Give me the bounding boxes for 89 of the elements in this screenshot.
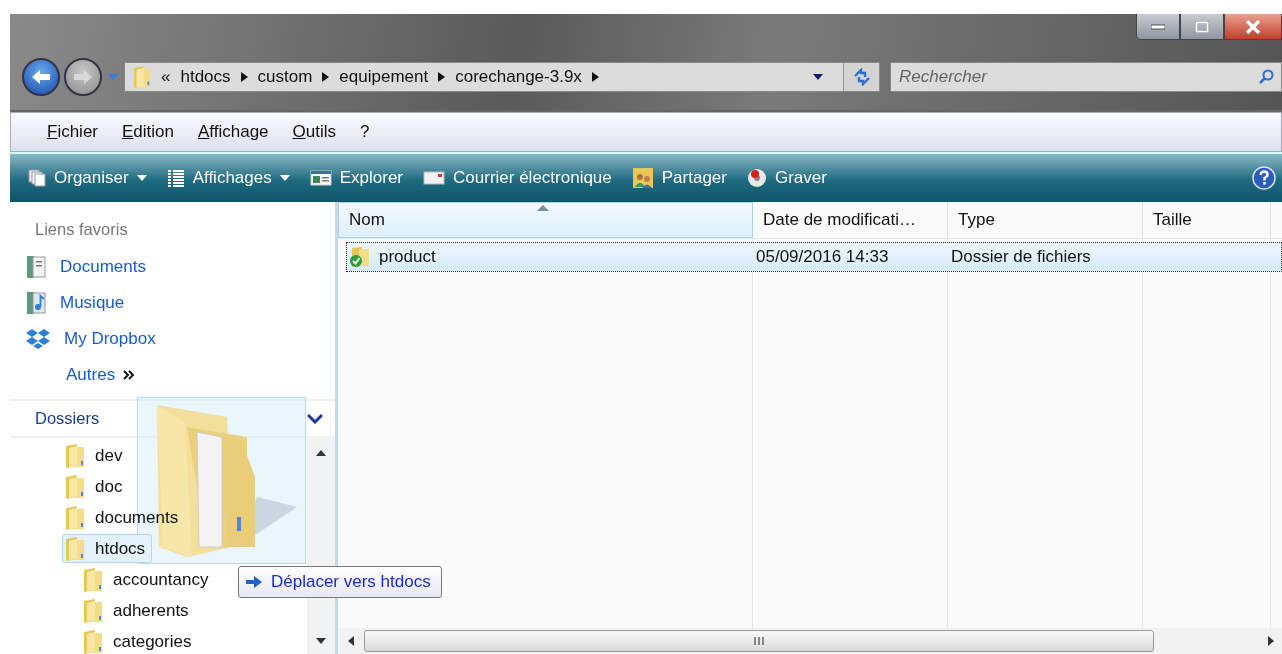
- maximize-button[interactable]: [1180, 14, 1224, 40]
- column-header[interactable]: Type: [948, 202, 1143, 238]
- overflow-crumb[interactable]: «: [161, 67, 171, 87]
- help-button[interactable]: [1252, 166, 1276, 190]
- caret-icon: [813, 74, 823, 80]
- chevron-right-icon: [438, 72, 446, 82]
- list-icon: [166, 169, 185, 187]
- breadcrumb[interactable]: custom: [257, 67, 313, 87]
- file-name: product: [379, 247, 436, 267]
- folder-icon: [83, 567, 103, 592]
- arrow-right-icon: [72, 68, 94, 86]
- dropbox-icon: [26, 328, 50, 350]
- chevron-right-icon: [322, 72, 330, 82]
- folder-tree-item[interactable]: documents: [62, 503, 186, 532]
- section-title: Liens favoris: [34, 220, 129, 239]
- toolbar-button[interactable]: Affichages: [158, 164, 298, 192]
- chevron-right-icon: [591, 72, 599, 82]
- synced-folder-icon: [349, 247, 371, 267]
- arrow-left-icon: [30, 68, 52, 86]
- chevron-right-icon: [240, 72, 248, 82]
- close-button[interactable]: [1224, 14, 1282, 40]
- folder-tree-item[interactable]: adherents: [80, 596, 196, 625]
- breadcrumb[interactable]: equipement: [339, 67, 429, 87]
- toolbar-button[interactable]: Partager: [623, 163, 735, 193]
- close-icon: [1245, 19, 1261, 34]
- favorite-link[interactable]: My Dropbox: [26, 321, 335, 357]
- people-icon: [631, 167, 654, 189]
- folder-tree-item[interactable]: doc: [62, 472, 130, 501]
- refresh-button[interactable]: [843, 63, 879, 91]
- scroll-up-icon[interactable]: [316, 450, 326, 456]
- more-links[interactable]: Autres: [26, 357, 335, 393]
- scrollbar-thumb[interactable]: [364, 630, 1154, 652]
- window-icon: [309, 169, 332, 187]
- menu-item[interactable]: ?: [360, 122, 370, 142]
- menu-item[interactable]: Outils: [292, 122, 337, 142]
- folder-tree-item[interactable]: accountancy: [80, 565, 216, 594]
- menu-item[interactable]: Affichage: [198, 122, 269, 142]
- minimize-button[interactable]: [1136, 14, 1180, 40]
- column-header[interactable]: Taille: [1143, 202, 1271, 238]
- caret-icon: [136, 175, 147, 181]
- folder-icon: [133, 66, 151, 88]
- date-cell: 05/09/2016 14:33: [756, 247, 889, 267]
- drag-tooltip: Déplacer vers htdocs: [238, 566, 442, 598]
- double-chevron-icon: [123, 370, 136, 380]
- pages-icon: [28, 169, 46, 187]
- toolbar-button[interactable]: Courrier électronique: [415, 164, 620, 192]
- toolbar-button[interactable]: Organiser: [20, 164, 155, 192]
- folder-icon: [65, 505, 85, 530]
- scroll-right-icon[interactable]: [1268, 636, 1274, 646]
- folder-icon: [83, 598, 103, 623]
- breadcrumb[interactable]: corechange-3.9x: [455, 67, 582, 87]
- toolbar-button[interactable]: Explorer: [301, 164, 412, 192]
- folder-icon: [65, 443, 85, 468]
- arrow-right-icon: [245, 575, 263, 589]
- sort-arrow-icon: [537, 205, 549, 211]
- type-cell: Dossier de fichiers: [951, 247, 1091, 267]
- folder-tree-item[interactable]: htdocs: [62, 534, 153, 563]
- caret-icon: [108, 74, 118, 80]
- menu-item[interactable]: Edition: [122, 122, 174, 142]
- search-field[interactable]: Rechercher: [890, 62, 1282, 92]
- folder-icon: [83, 629, 103, 654]
- document-icon: [26, 255, 46, 279]
- column-header[interactable]: Date de modificati…: [753, 202, 948, 238]
- scroll-left-icon[interactable]: [348, 636, 354, 646]
- horizontal-scrollbar[interactable]: [338, 628, 1282, 654]
- menu-item[interactable]: Fichier: [47, 122, 98, 142]
- minimize-icon: [1151, 23, 1165, 30]
- column-header[interactable]: Nom: [338, 202, 753, 238]
- search-icon: [1258, 69, 1274, 85]
- section-title[interactable]: Dossiers: [26, 409, 100, 428]
- favorite-link[interactable]: Documents: [26, 249, 335, 285]
- envelope-icon: [423, 170, 446, 186]
- music-icon: [26, 291, 46, 315]
- forward-button[interactable]: [64, 58, 102, 96]
- folder-tree-item[interactable]: categories: [80, 627, 199, 654]
- back-button[interactable]: [22, 58, 60, 96]
- scroll-down-icon[interactable]: [316, 638, 326, 644]
- file-row[interactable]: product 05/09/2016 14:33 Dossier de fichiers: [346, 242, 1282, 272]
- folder-icon: [65, 536, 85, 561]
- disc-icon: [747, 168, 767, 188]
- breadcrumb[interactable]: htdocs: [180, 67, 231, 87]
- chevron-down-icon[interactable]: [307, 413, 323, 424]
- folder-icon: [65, 474, 85, 499]
- folder-tree-item[interactable]: dev: [62, 441, 130, 470]
- caret-icon: [279, 175, 290, 181]
- favorite-link[interactable]: Musique: [26, 285, 335, 321]
- toolbar-button[interactable]: Graver: [739, 164, 835, 192]
- maximize-icon: [1195, 20, 1209, 33]
- address-bar[interactable]: « htdocs custom equipement corechange-3.9x: [124, 62, 880, 92]
